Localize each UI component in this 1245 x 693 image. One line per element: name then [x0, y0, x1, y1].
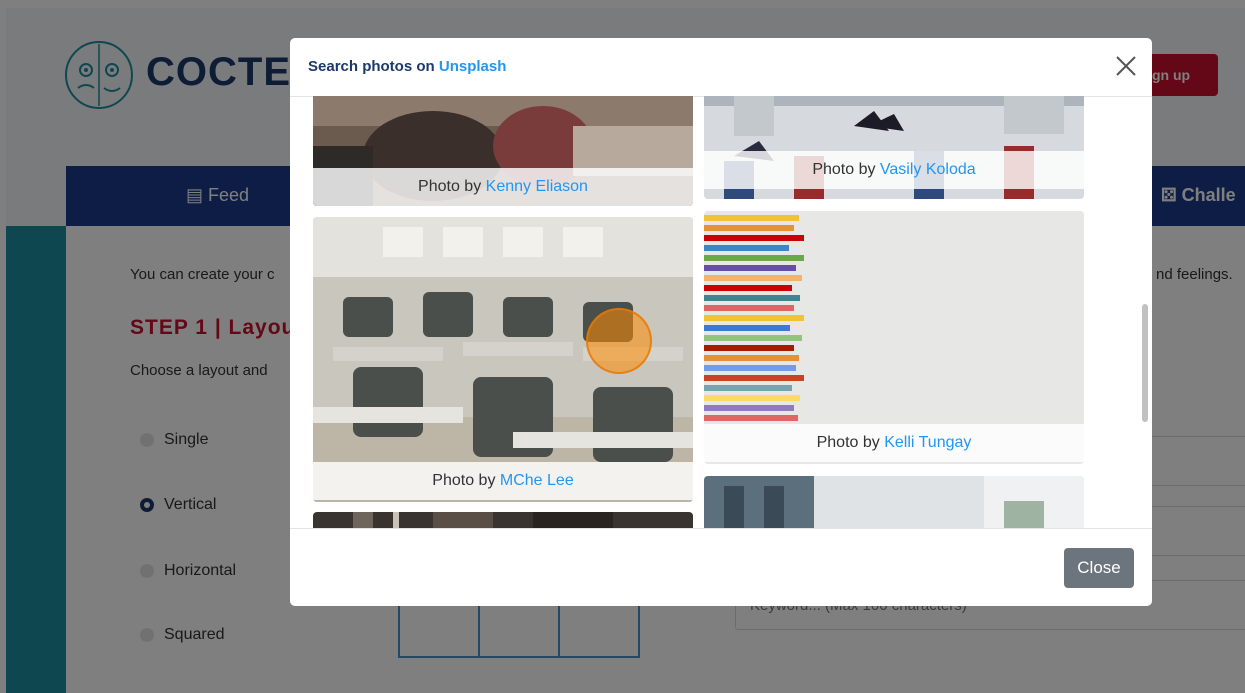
photo-image	[313, 512, 693, 528]
cursor-indicator	[586, 308, 652, 374]
unsplash-link[interactable]: Unsplash	[439, 58, 507, 75]
photo-card[interactable]: Photo by Vasily Koloda	[704, 96, 1084, 199]
photo-caption-prefix: Photo by	[816, 434, 880, 451]
photo-caption-prefix: Photo by	[812, 161, 876, 178]
photo-caption-prefix: Photo by	[418, 178, 482, 195]
photo-card[interactable]	[313, 512, 693, 528]
photo-author-link[interactable]: Vasily Koloda	[880, 161, 976, 178]
modal-scrollbar[interactable]	[1142, 304, 1148, 422]
photo-card[interactable]	[704, 476, 1084, 528]
photo-author-link[interactable]: Kelli Tungay	[884, 434, 971, 451]
photo-results: Photo by Kenny Eliason Photo by Vasily K…	[290, 96, 1152, 528]
close-icon[interactable]	[1114, 54, 1138, 78]
photo-caption: Photo by Kelli Tungay	[704, 424, 1084, 462]
modal-header: Search photos on Unsplash	[290, 38, 1152, 97]
modal-footer: Close	[290, 528, 1152, 606]
photo-caption: Photo by MChe Lee	[313, 462, 693, 500]
photo-card[interactable]: Photo by Kenny Eliason	[313, 96, 693, 206]
modal-title: Search photos on Unsplash	[308, 58, 506, 75]
photo-image	[704, 476, 1084, 528]
photo-caption: Photo by Vasily Koloda	[704, 151, 1084, 189]
photo-author-link[interactable]: Kenny Eliason	[486, 178, 588, 195]
modal-title-prefix: Search photos on	[308, 58, 439, 75]
unsplash-modal: Search photos on Unsplash Photo by Kenny…	[290, 38, 1152, 606]
photo-author-link[interactable]: MChe Lee	[500, 472, 574, 489]
photo-card[interactable]: Photo by Kelli Tungay	[704, 211, 1084, 464]
photo-caption-prefix: Photo by	[432, 472, 496, 489]
photo-caption: Photo by Kenny Eliason	[313, 168, 693, 206]
close-button[interactable]: Close	[1064, 548, 1134, 588]
page: COCTEA gn up ▤ Feed ⚄ Challe You can cre…	[0, 0, 1245, 693]
